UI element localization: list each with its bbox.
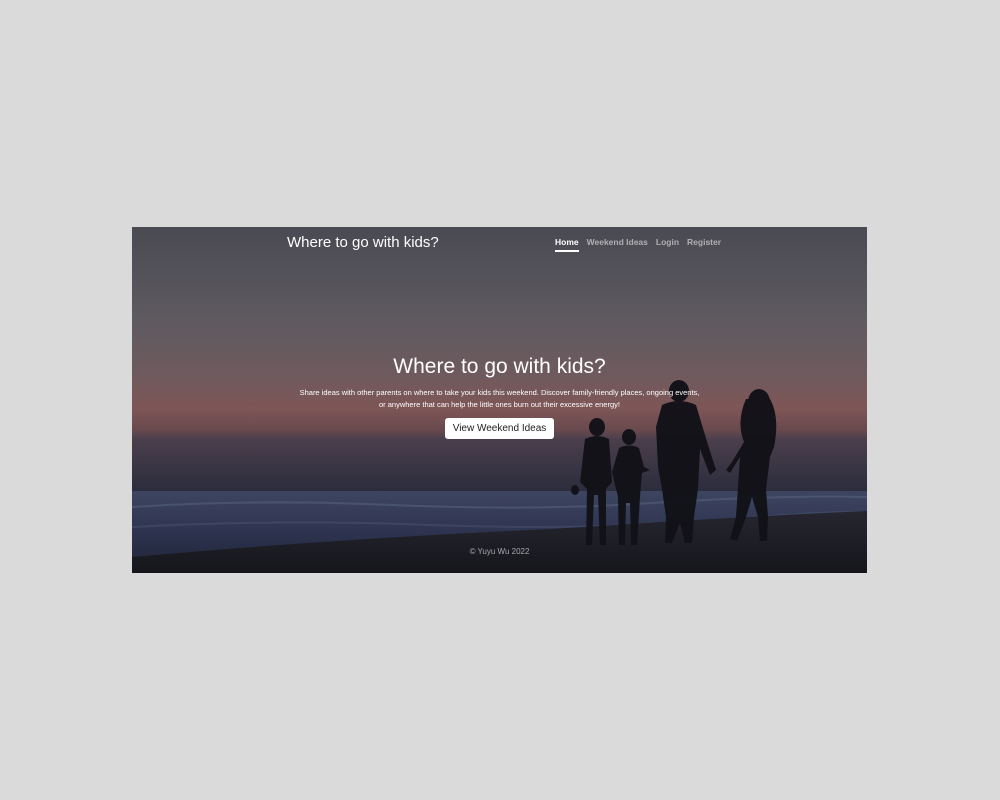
brand-link[interactable]: Where to go with kids? bbox=[287, 234, 439, 251]
app-window: Where to go with kids? Home Weekend Idea… bbox=[132, 227, 867, 573]
nav-link-home[interactable]: Home bbox=[555, 237, 579, 252]
nav-links: Home Weekend Ideas Login Register bbox=[555, 237, 721, 252]
hero-description: Share ideas with other parents on where … bbox=[299, 388, 700, 409]
copyright-text: © Yuyu Wu 2022 bbox=[469, 547, 530, 556]
nav-link-login[interactable]: Login bbox=[656, 237, 679, 252]
view-weekend-ideas-button[interactable]: View Weekend Ideas bbox=[444, 418, 555, 439]
hero-section: Where to go with kids? Share ideas with … bbox=[132, 355, 867, 439]
hero-title: Where to go with kids? bbox=[393, 355, 606, 378]
navbar: Where to go with kids? Home Weekend Idea… bbox=[132, 227, 867, 259]
footer: © Yuyu Wu 2022 bbox=[132, 547, 867, 556]
nav-link-register[interactable]: Register bbox=[687, 237, 721, 252]
nav-link-weekend-ideas[interactable]: Weekend Ideas bbox=[587, 237, 648, 252]
